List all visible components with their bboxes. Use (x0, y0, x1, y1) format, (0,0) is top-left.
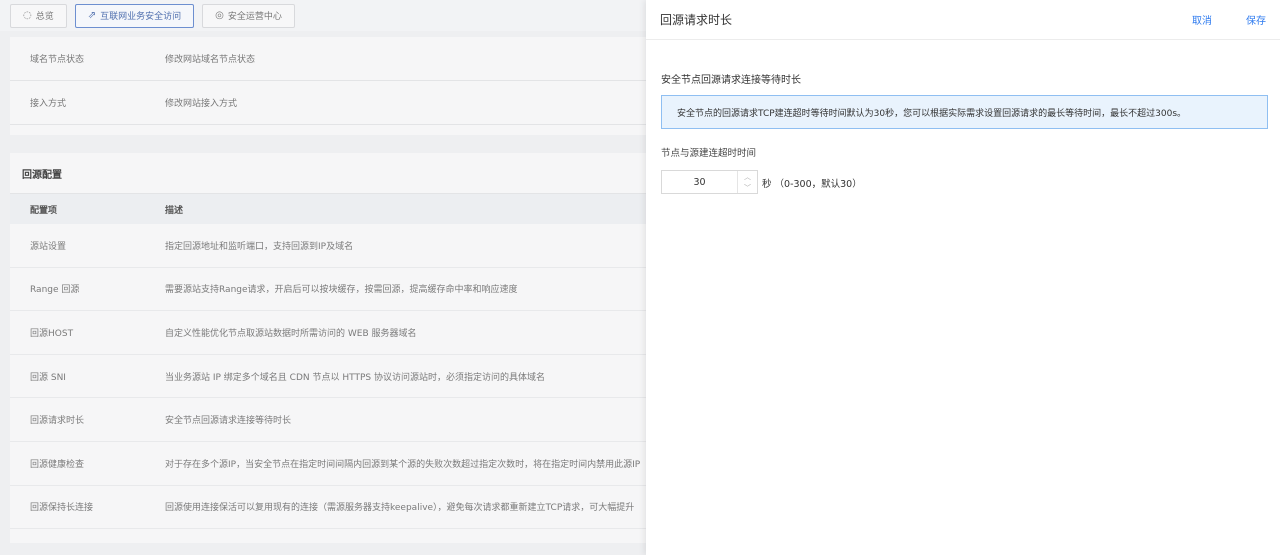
table-row[interactable]: 回源健康检查 对于存在多个源IP，当安全节点在指定时间间隔内回源到某个源的失败次… (10, 442, 650, 486)
config-item-desc: 当业务源站 IP 绑定多个域名且 CDN 节点以 HTTPS 协议访问源站时，必… (165, 372, 545, 383)
config-item-desc: 指定回源地址和监听端口，支持回源到IP及域名 (165, 241, 354, 252)
config-item-desc: 修改网站域名节点状态 (165, 55, 256, 65)
config-item-name: 域名节点状态 (30, 55, 85, 65)
config-item-name: 回源请求时长 (30, 416, 85, 427)
timeout-stepper[interactable]: ︿ ﹀ (661, 170, 758, 194)
table-row[interactable]: 回源请求时长 安全节点回源请求连接等待时长 (10, 398, 650, 442)
notice-text: 安全节点的回源请求TCP建连超时等待时间默认为30秒，您可以根据实际需求设置回源… (677, 108, 1187, 119)
info-notice: 安全节点的回源请求TCP建连超时等待时间默认为30秒，您可以根据实际需求设置回源… (661, 95, 1268, 129)
column-header: 描述 (165, 205, 184, 216)
save-button[interactable]: 保存 (1246, 12, 1266, 27)
tab-label: 安全运营中心 (227, 12, 282, 22)
chevron-up-icon[interactable]: ︿ (738, 171, 757, 182)
overview-icon: ◌ (23, 10, 32, 21)
config-item-desc: 修改网站接入方式 (165, 99, 238, 109)
tab-security-ops-center[interactable]: ◎ 安全运营中心 (202, 3, 295, 28)
tab-label: 互联网业务安全访问 (100, 12, 182, 22)
config-item-name: 接入方式 (30, 99, 67, 109)
table-row[interactable]: 接入方式 修改网站接入方式 (10, 81, 650, 125)
drawer-header: 回源请求时长 取消 保存 (646, 0, 1280, 40)
config-item-name: 回源健康检查 (30, 459, 85, 470)
config-item-name: 回源HOST (30, 328, 74, 339)
link-icon: ⇗ (87, 10, 97, 21)
config-item-name: Range 回源 (30, 285, 80, 296)
config-item-desc: 自定义性能优化节点取源站数据时所需访问的 WEB 服务器域名 (165, 328, 417, 339)
config-item-desc: 安全节点回源请求连接等待时长 (165, 416, 292, 427)
table-header: 配置项 描述 (10, 194, 650, 224)
timeout-input[interactable] (662, 171, 737, 193)
tab-label: 总览 (35, 12, 54, 22)
config-item-desc: 对于存在多个源IP，当安全节点在指定时间间隔内回源到某个源的失败次数超过指定次数… (165, 459, 641, 470)
table-row[interactable]: 回源 SNI 当业务源站 IP 绑定多个域名且 CDN 节点以 HTTPS 协议… (10, 355, 650, 399)
field-label: 节点与源建连超时时间 (661, 148, 757, 159)
chevron-down-icon[interactable]: ﹀ (738, 182, 757, 193)
tab-internet-security-access[interactable]: ⇗ 互联网业务安全访问 (74, 3, 195, 28)
column-header: 配置项 (30, 205, 58, 216)
basic-config-card: 域名节点状态 修改网站域名节点状态 接入方式 修改网站接入方式 (10, 37, 650, 135)
config-item-name: 回源 SNI (30, 372, 66, 383)
stepper-arrows: ︿ ﹀ (737, 171, 757, 193)
table-row[interactable]: 域名节点状态 修改网站域名节点状态 (10, 37, 650, 81)
drawer-title: 回源请求时长 (660, 13, 733, 27)
table-row[interactable]: 源站设置 指定回源地址和监听端口，支持回源到IP及域名 (10, 224, 650, 268)
config-item-desc: 需要源站支持Range请求，开启后可以按块缓存，按需回源，提高缓存命中率和响应速… (165, 285, 518, 296)
shield-icon: ◎ (215, 10, 224, 21)
section-title: 回源配置 (10, 153, 650, 194)
tab-overview[interactable]: ◌ 总览 (10, 3, 67, 28)
cancel-button[interactable]: 取消 (1192, 12, 1212, 27)
edit-drawer: 回源请求时长 取消 保存 安全节点回源请求连接等待时长 安全节点的回源请求TCP… (646, 0, 1280, 555)
config-item-name: 源站设置 (30, 241, 67, 252)
drawer-subtitle: 安全节点回源请求连接等待时长 (661, 75, 801, 86)
table-row[interactable]: Range 回源 需要源站支持Range请求，开启后可以按块缓存，按需回源，提高… (10, 268, 650, 312)
field-hint: 秒 （0-300，默认30） (762, 179, 862, 190)
table-row[interactable]: 回源HOST 自定义性能优化节点取源站数据时所需访问的 WEB 服务器域名 (10, 311, 650, 355)
config-item-desc: 回源使用连接保活可以复用现有的连接（需源服务器支持keepalive），避免每次… (165, 503, 635, 514)
config-item-name: 回源保持长连接 (30, 503, 94, 514)
table-row[interactable]: 回源保持长连接 回源使用连接保活可以复用现有的连接（需源服务器支持keepali… (10, 486, 650, 530)
origin-config-card: 回源配置 配置项 描述 源站设置 指定回源地址和监听端口，支持回源到IP及域名 … (10, 153, 650, 543)
